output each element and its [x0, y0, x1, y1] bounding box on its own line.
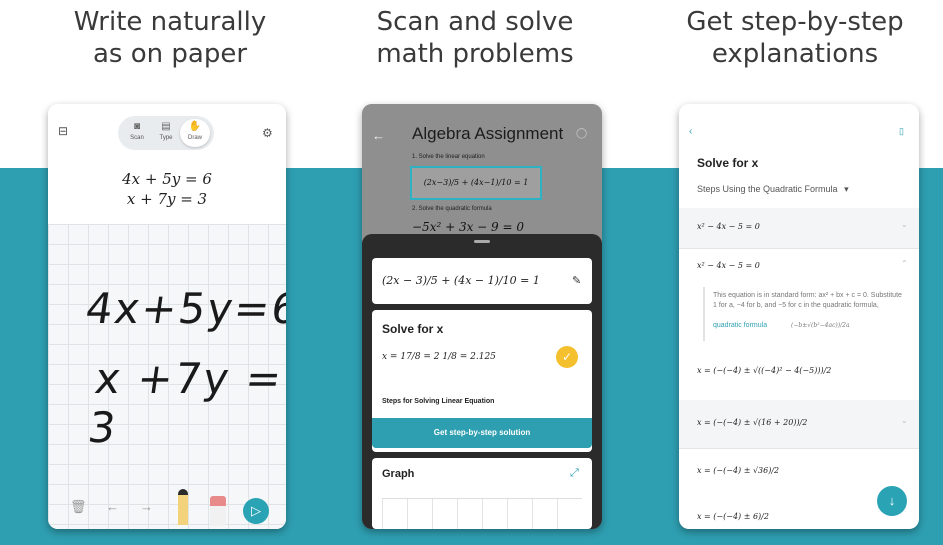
photo-equation-2: −5x² + 3x − 9 = 0	[412, 220, 524, 234]
scroll-down-icon[interactable]: ↓	[877, 486, 907, 516]
checkmark-icon: ✓	[556, 346, 578, 368]
graph-card: Graph ⤢	[372, 458, 592, 529]
input-mode-switch: ◙ Scan ▤ Type ✋ Draw	[118, 116, 214, 150]
back-chevron-icon[interactable]: ‹	[689, 126, 692, 137]
pencil-icon[interactable]	[178, 489, 188, 525]
chevron-down-icon: ⌄	[901, 220, 908, 229]
formula-thumb: (−b±√(b²−4ac))/2a	[791, 322, 850, 329]
photo-step-2: 2. Solve the quadratic formula	[412, 206, 492, 212]
back-arrow-icon[interactable]: ←	[372, 128, 385, 143]
handwritten-equation-1: 4x+5y=6	[82, 284, 286, 333]
submit-icon[interactable]: ▷	[243, 498, 269, 524]
menu-icon[interactable]: ⊟	[58, 124, 68, 138]
recognized-equation: (2x − 3)/5 + (4x − 1)/10 = 1	[382, 274, 540, 287]
keyboard-icon: ▤	[161, 121, 171, 132]
solve-for-title: Solve for x	[382, 322, 444, 336]
step-expression-4: x = (−(−4) ± 6)/2	[697, 512, 769, 521]
steps-label: Steps for Solving Linear Equation	[382, 398, 495, 405]
dropdown-arrow-icon: ▾	[844, 184, 849, 194]
equation-card[interactable]: (2x − 3)/5 + (4x − 1)/10 = 1 ✎	[372, 258, 592, 304]
delete-icon[interactable]: 🗑	[70, 499, 87, 515]
typed-equation-2: x + 7y = 3	[126, 190, 208, 208]
step-row-2[interactable]: x = (−(−4) ± √(16 + 20))/2 ⌄	[679, 400, 919, 449]
graph-title: Graph	[382, 468, 415, 480]
phone-scan-screen: ← Algebra Assignment ◯ 1. Solve the line…	[362, 104, 602, 529]
chevron-up-icon[interactable]: ⌃	[901, 259, 908, 268]
bookmark-icon[interactable]: ▯	[899, 126, 904, 137]
steps-title: Solve for x	[697, 156, 759, 170]
step-expanded: x² − 4x − 5 = 0 ⌃ This equation is in st…	[679, 249, 919, 349]
explanation-bar	[703, 287, 705, 341]
get-steps-button[interactable]: Get step-by-step solution	[372, 418, 592, 448]
crop-icon: ◯	[576, 128, 588, 139]
camera-icon: ◙	[133, 121, 141, 132]
settings-icon[interactable]: ⚙	[262, 126, 273, 140]
graph-plot[interactable]	[382, 498, 582, 529]
caption-scan-solve: Scan and solve math problems	[376, 7, 574, 69]
step-expression-1: x = (−(−4) ± √((−4)² − 4(−5)))/2	[697, 366, 832, 375]
step-row-1[interactable]: x² − 4x − 5 = 0 ⌄	[679, 208, 919, 249]
caption-write-naturally: Write naturally as on paper	[73, 7, 267, 69]
chevron-down-icon: ⌄	[901, 416, 908, 425]
sheet-handle[interactable]	[474, 240, 490, 243]
method-dropdown[interactable]: Steps Using the Quadratic Formula ▾	[697, 184, 849, 195]
edit-pencil-icon[interactable]: ✎	[572, 274, 581, 287]
selected-equation-box[interactable]: (2x−3)/5 + (4x−1)/10 = 1	[410, 166, 542, 200]
expand-icon[interactable]: ⤢	[570, 467, 579, 480]
photo-title: Algebra Assignment	[412, 124, 564, 143]
phone-draw-screen: ⊟ ◙ Scan ▤ Type ✋ Draw ⚙ 4x + 5y = 6 x +…	[48, 104, 286, 529]
undo-icon[interactable]: ←	[106, 499, 119, 514]
explanation-text: This equation is in standard form: ax² +…	[713, 292, 902, 309]
photo-step-1: 1. Solve the linear equation	[412, 154, 485, 160]
expanded-equation: x² − 4x − 5 = 0	[697, 261, 760, 270]
redo-icon[interactable]: →	[140, 499, 153, 514]
result-sheet: (2x − 3)/5 + (4x − 1)/10 = 1 ✎ Solve for…	[362, 234, 602, 529]
caption-step-by-step: Get step-by-step explanations	[686, 7, 904, 69]
handwritten-equation-2: x +7y = 3	[85, 354, 286, 452]
phone-steps-screen: ‹ ▯ Solve for x Steps Using the Quadrati…	[679, 104, 919, 529]
solution-card: Solve for x x = 17/8 = 2 1/8 = 2.125 ✓ S…	[372, 310, 592, 452]
mode-draw[interactable]: ✋ Draw	[180, 119, 210, 147]
eraser-icon[interactable]	[210, 496, 226, 526]
solution-value: x = 17/8 = 2 1/8 = 2.125	[382, 352, 496, 362]
mode-scan[interactable]: ◙ Scan	[122, 119, 152, 147]
hand-icon: ✋	[188, 121, 202, 132]
step-expression-3: x = (−(−4) ± √36)/2	[697, 466, 780, 475]
typed-equation-1: 4x + 5y = 6	[122, 170, 212, 188]
quadratic-formula-link[interactable]: quadratic formula	[713, 321, 767, 331]
mode-type[interactable]: ▤ Type	[151, 119, 181, 147]
